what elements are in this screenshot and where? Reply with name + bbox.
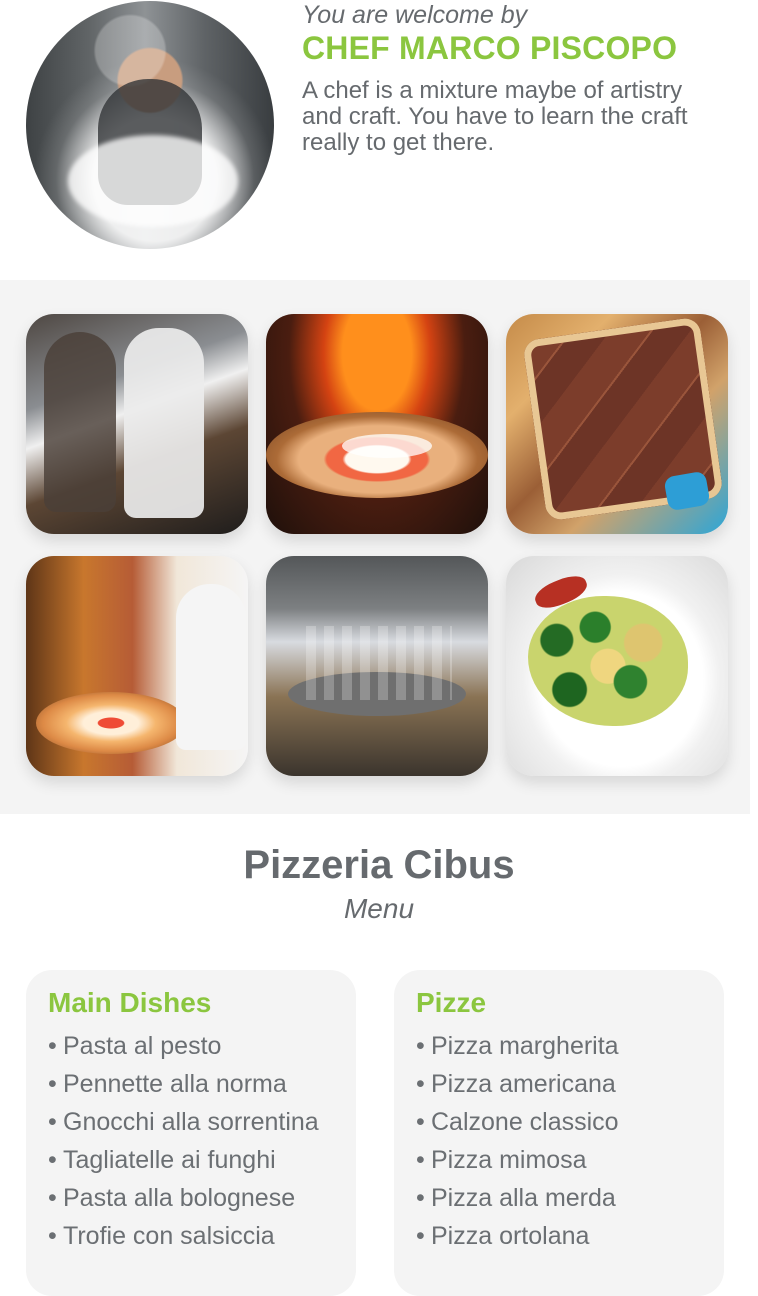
main-dish-label: Gnocchi alla sorrentina [63, 1108, 319, 1136]
chef-group-photo [26, 314, 248, 534]
main-dish-item: • Pasta alla bolognese [48, 1182, 368, 1220]
chef-avatar-photo [26, 1, 274, 249]
pizza-label: Pizza ortolana [431, 1222, 590, 1250]
main-dish-item: • Pennette alla norma [48, 1068, 368, 1106]
bullet-icon: • [48, 1146, 57, 1174]
pizza-label: Calzone classico [431, 1108, 619, 1136]
pizze-list: • Pizza margherita • Pizza americana • Calz… [416, 1030, 736, 1258]
main-dishes-list: • Pasta al pesto • Pennette alla norma • Gn… [48, 1030, 368, 1258]
pizza-item: • Pizza ortolana [416, 1220, 736, 1258]
chef-welcome-header: You are welcome by CHEF MARCO PISCOPO A … [0, 0, 758, 280]
main-dish-item: • Gnocchi alla sorrentina [48, 1106, 368, 1144]
bullet-icon: • [416, 1184, 425, 1212]
pizze-heading: Pizze [416, 987, 487, 1018]
welcome-text: You are welcome by [302, 1, 528, 29]
bullet-icon: • [48, 1184, 57, 1212]
bullet-icon: • [416, 1146, 425, 1174]
main-dishes-card: Main Dishes • Pasta al pesto • Pennette al… [26, 970, 356, 1296]
main-dish-item: • Tagliatelle ai funghi [48, 1144, 368, 1182]
main-dish-label: Tagliatelle ai funghi [63, 1146, 276, 1174]
baked-flatbread-photo [506, 314, 728, 534]
chef-quote: A chef is a mixture maybe of artistry an… [302, 77, 688, 156]
bullet-icon: • [48, 1222, 57, 1250]
food-photo-gallery [0, 280, 750, 814]
bullet-icon: • [416, 1032, 425, 1060]
pizza-item: • Pizza mimosa [416, 1144, 736, 1182]
bullet-icon: • [48, 1070, 57, 1098]
pizza-item: • Calzone classico [416, 1106, 736, 1144]
restaurant-title: Pizzeria Cibus [243, 843, 515, 887]
chef-name-title: CHEF MARCO PISCOPO [302, 30, 678, 66]
bullet-icon: • [48, 1032, 57, 1060]
main-dish-label: Pennette alla norma [63, 1070, 287, 1098]
main-dish-label: Pasta alla bolognese [63, 1184, 296, 1212]
pizze-card: Pizze • Pizza margherita • Pizza americana… [394, 970, 724, 1296]
pizza-label: Pizza margherita [431, 1032, 619, 1060]
chef-menu-page: You are welcome by CHEF MARCO PISCOPO A … [0, 0, 758, 1296]
pizza-label: Pizza americana [431, 1070, 616, 1098]
bullet-icon: • [416, 1070, 425, 1098]
wood-fired-pizza-photo [266, 314, 488, 534]
pizza-item: • Pizza alla merda [416, 1182, 736, 1220]
main-dish-item: • Pasta al pesto [48, 1030, 368, 1068]
bullet-icon: • [416, 1222, 425, 1250]
pizza-item: • Pizza americana [416, 1068, 736, 1106]
main-dishes-heading: Main Dishes [48, 987, 212, 1018]
main-dish-label: Pasta al pesto [63, 1032, 222, 1060]
pizza-item: • Pizza margherita [416, 1030, 736, 1068]
main-dish-item: • Trofie con salsiccia [48, 1220, 368, 1258]
restaurant-dining-room-photo [266, 556, 488, 776]
main-dish-label: Trofie con salsiccia [63, 1222, 275, 1250]
menu-subtitle: Menu [343, 893, 415, 924]
pizza-label: Pizza alla merda [431, 1184, 616, 1212]
pizza-oven-kitchen-photo [26, 556, 248, 776]
pizza-label: Pizza mimosa [431, 1146, 587, 1174]
broccoli-penne-photo [506, 556, 728, 776]
bullet-icon: • [48, 1108, 57, 1136]
bullet-icon: • [416, 1108, 425, 1136]
